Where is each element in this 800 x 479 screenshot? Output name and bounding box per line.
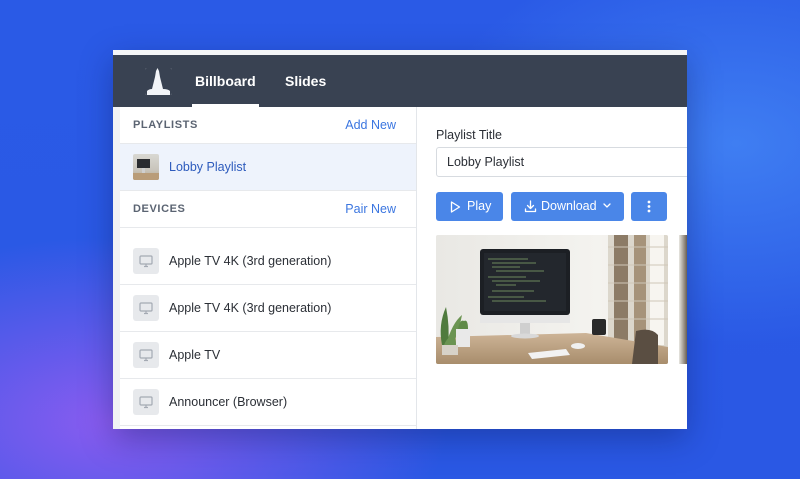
play-button[interactable]: Play [436, 192, 503, 221]
play-icon [450, 201, 461, 213]
more-options-button[interactable] [631, 192, 667, 221]
device-label: Apple TV 4K (3rd generation) [169, 254, 332, 268]
devices-title: DEVICES [133, 203, 186, 215]
sidebar: PLAYLISTS Add New Lobby Playlist DEVICES… [120, 107, 417, 429]
slide-thumbnail[interactable] [436, 235, 668, 364]
playlists-header: PLAYLISTS Add New [120, 107, 416, 144]
tv-icon [133, 389, 159, 415]
device-label: Announcer (Browser) [169, 395, 288, 409]
download-button-label: Download [541, 199, 597, 213]
vertical-dots-icon [647, 200, 651, 213]
download-icon [524, 200, 537, 213]
slide-thumbnail-next[interactable] [679, 235, 687, 364]
playlist-item-lobby[interactable]: Lobby Playlist [120, 144, 416, 191]
tv-icon [133, 295, 159, 321]
device-label: Apple TV 4K (3rd generation) [169, 301, 332, 315]
playlist-title-label: Playlist Title [436, 128, 502, 142]
playlist-item-label: Lobby Playlist [169, 160, 247, 174]
main-panel: Playlist Title Play Download [417, 107, 687, 429]
background-window-edge [113, 107, 120, 429]
add-new-playlist-link[interactable]: Add New [345, 118, 396, 132]
pair-new-device-link[interactable]: Pair New [345, 202, 396, 216]
device-item[interactable]: Apple TV 4K (3rd generation) [120, 285, 416, 332]
tv-icon [133, 342, 159, 368]
chevron-down-icon [603, 203, 611, 208]
tab-slides[interactable]: Slides [285, 55, 326, 107]
desk-computer-image [436, 235, 668, 364]
device-item[interactable]: Apple TV [120, 332, 416, 379]
playlist-thumbnail [133, 154, 159, 180]
tv-icon [133, 248, 159, 274]
device-label: Apple TV [169, 348, 221, 362]
top-navbar: Billboard Slides [113, 55, 687, 107]
device-item[interactable]: Announcer (Browser) [120, 379, 416, 426]
device-item[interactable]: Apple TV 4K (3rd generation) [120, 238, 416, 285]
tab-billboard[interactable]: Billboard [192, 55, 259, 107]
app-window: Billboard Slides PLAYLISTS Add New Lobby… [113, 50, 687, 429]
play-button-label: Play [467, 199, 492, 213]
devices-header: DEVICES Pair New [120, 191, 416, 228]
playlists-title: PLAYLISTS [133, 119, 198, 131]
playlist-title-input[interactable] [436, 147, 687, 177]
app-logo[interactable] [145, 68, 172, 95]
download-button[interactable]: Download [511, 192, 624, 221]
